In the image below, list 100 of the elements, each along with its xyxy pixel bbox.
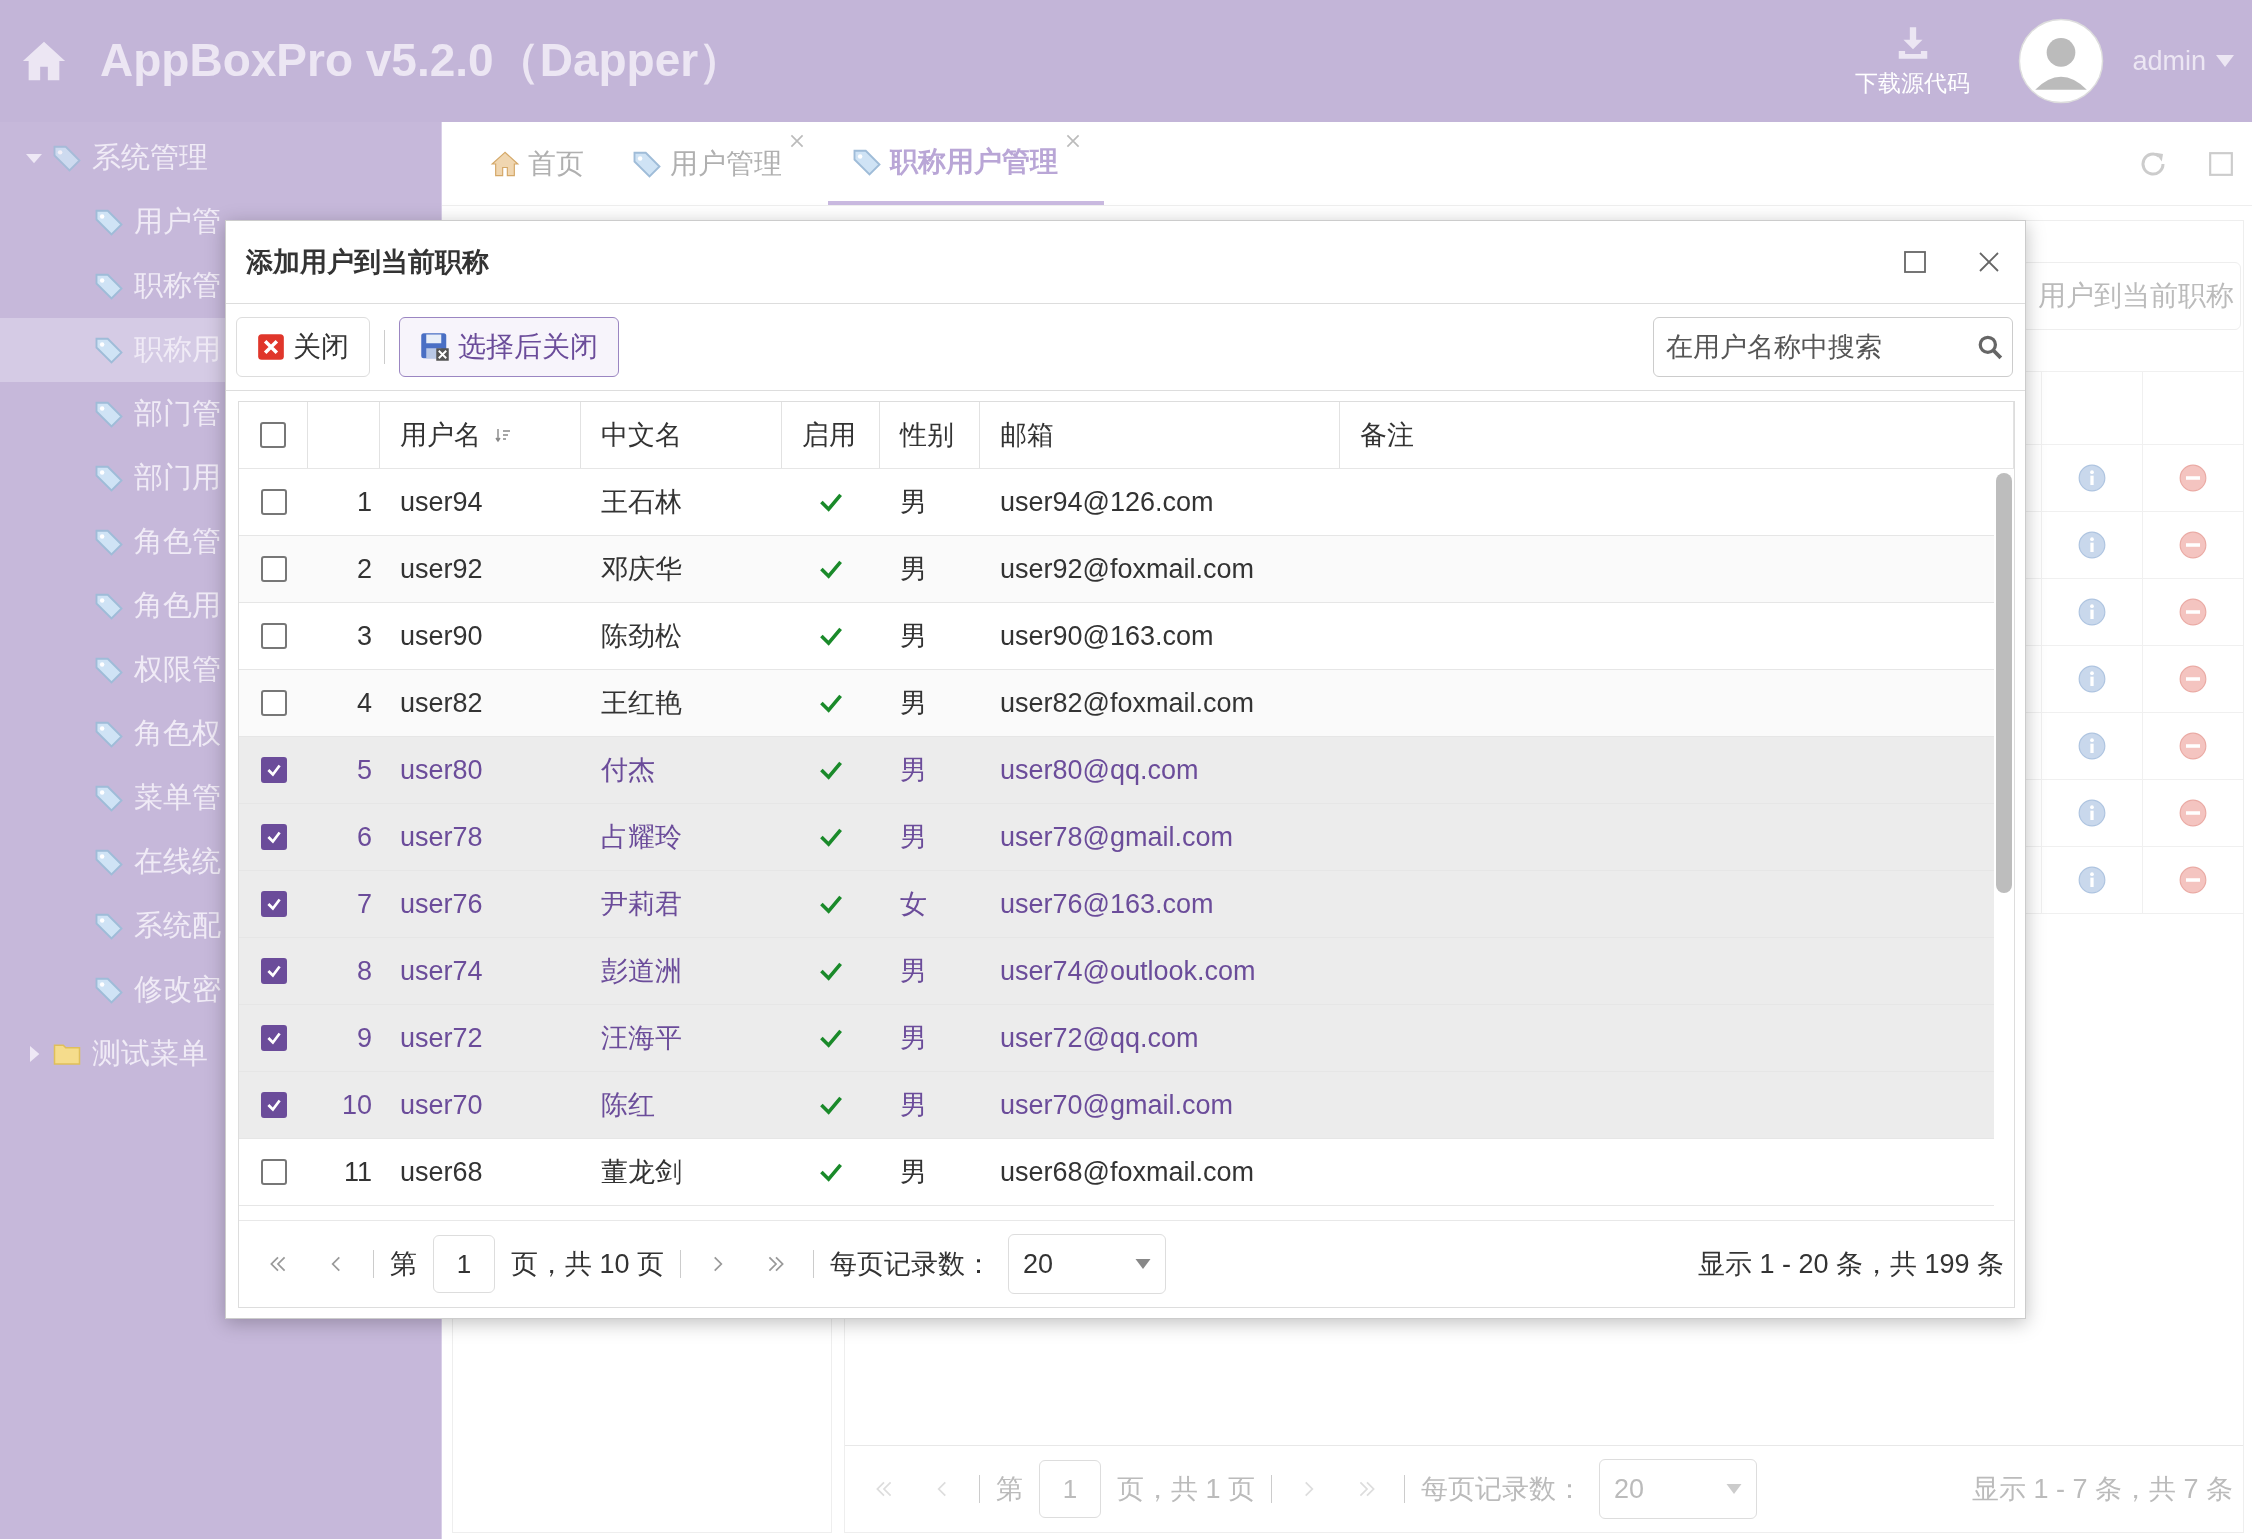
table-cell-text: user72 — [399, 1021, 484, 1055]
remove-icon[interactable] — [2179, 598, 2207, 626]
page-count: 页，共 1 页 — [1117, 1473, 1256, 1506]
checkbox[interactable] — [260, 1092, 287, 1118]
column-header[interactable]: 邮箱 — [980, 402, 1340, 468]
page-size-dropdown[interactable]: 20 — [1599, 1459, 1758, 1519]
tag-icon — [94, 975, 124, 1005]
table-cell-text: 邓庆华 — [600, 553, 683, 586]
table-cell-text: 陈劲松 — [600, 620, 683, 653]
table-cell-text: 王石林 — [600, 486, 683, 519]
close-button[interactable]: 关闭 — [236, 317, 370, 377]
table-cell-text: user70 — [399, 1088, 484, 1122]
info-icon[interactable] — [2078, 531, 2106, 559]
table-cell-text: 男 — [899, 620, 928, 653]
column-header[interactable]: 用户名 — [380, 402, 581, 468]
remove-icon[interactable] — [2179, 464, 2207, 492]
checkbox[interactable] — [260, 958, 287, 984]
page-field[interactable]: 1 — [433, 1235, 495, 1293]
table-cell-text: user78 — [399, 820, 484, 854]
maximize-icon[interactable] — [1903, 250, 1927, 274]
table-cell-text: 彭道洲 — [600, 955, 683, 988]
row-number: 9 — [355, 1021, 373, 1055]
tag-icon — [94, 335, 124, 365]
remove-icon[interactable] — [2179, 866, 2207, 894]
tag-icon — [94, 463, 124, 493]
checkbox[interactable] — [260, 489, 287, 515]
table-cell-text: 男 — [899, 486, 928, 519]
page-size-label: 每页记录数： — [830, 1248, 993, 1281]
checkbox[interactable] — [260, 1159, 287, 1185]
remove-icon[interactable] — [2179, 531, 2207, 559]
page-field[interactable]: 1 — [1039, 1460, 1101, 1518]
table-cell-text: user76 — [399, 887, 484, 921]
info-icon[interactable] — [2078, 464, 2106, 492]
column-header[interactable]: 中文名 — [581, 402, 782, 468]
dropdown-caret-icon — [1135, 1259, 1152, 1269]
table-cell-text: 占耀玲 — [600, 821, 683, 854]
record-summary: 显示 1 - 20 条，共 199 条 — [1697, 1248, 2004, 1281]
row-number: 5 — [355, 753, 373, 787]
table-cell-text: user94 — [399, 485, 484, 519]
search-field[interactable]: 在用户名称中搜索 — [1653, 317, 2013, 377]
tab[interactable]: 职称用户管理 — [828, 122, 1104, 205]
scrollbar[interactable] — [1996, 473, 2012, 893]
tag-icon — [94, 783, 124, 813]
page-size-dropdown[interactable]: 20 — [1008, 1234, 1167, 1294]
table-cell-text: 付杰 — [600, 754, 656, 787]
tab[interactable]: 首页 — [466, 122, 608, 205]
checkbox[interactable] — [260, 623, 287, 649]
tag-icon — [94, 655, 124, 685]
checkbox[interactable] — [260, 757, 287, 783]
close-icon[interactable] — [1977, 250, 2001, 274]
checkbox[interactable] — [260, 891, 287, 917]
table-cell-text: 女 — [899, 888, 928, 921]
close-icon — [257, 333, 285, 361]
info-icon[interactable] — [2078, 732, 2106, 760]
remove-icon[interactable] — [2179, 799, 2207, 827]
remove-icon[interactable] — [2179, 665, 2207, 693]
row-number: 7 — [355, 887, 373, 921]
table-cell-text: user90@163.com — [999, 619, 1215, 653]
remove-icon[interactable] — [2179, 732, 2207, 760]
table-cell-text: user68@foxmail.com — [999, 1155, 1255, 1189]
table-cell-text: 男 — [899, 955, 928, 988]
info-icon[interactable] — [2078, 799, 2106, 827]
record-summary: 显示 1 - 7 条，共 7 条 — [1971, 1473, 2233, 1506]
checkbox[interactable] — [260, 824, 287, 850]
tag-icon — [94, 271, 124, 301]
table-cell-text: user80 — [399, 753, 484, 787]
tab[interactable]: 用户管理 — [608, 122, 828, 205]
table-cell-text: 男 — [899, 1156, 928, 1189]
checkbox[interactable] — [260, 690, 287, 716]
column-header[interactable]: 启用 — [782, 402, 880, 468]
checkbox[interactable] — [260, 556, 287, 582]
table-cell-text: user78@gmail.com — [999, 820, 1234, 854]
page-label: 第 — [390, 1248, 417, 1281]
table-cell-text: 王红艳 — [600, 687, 683, 720]
row-number: 6 — [355, 820, 373, 854]
row-number: 4 — [355, 686, 373, 720]
table-cell-text: user76@163.com — [999, 887, 1215, 921]
table-cell-text: user74@outlook.com — [999, 954, 1257, 988]
dropdown-caret-icon — [1726, 1484, 1743, 1494]
info-icon[interactable] — [2078, 598, 2106, 626]
avatar[interactable] — [2018, 18, 2105, 104]
column-header[interactable]: 性别 — [880, 402, 980, 468]
table-cell-text: 男 — [899, 754, 928, 787]
info-icon[interactable] — [2078, 866, 2106, 894]
column-header[interactable]: 备注 — [1340, 402, 2014, 468]
checkbox[interactable] — [260, 422, 286, 448]
row-number: 2 — [355, 552, 373, 586]
table-cell-text: user80@qq.com — [999, 753, 1200, 787]
select-and-close-button[interactable]: 选择后关闭 — [399, 317, 619, 377]
table-cell-text: user92@foxmail.com — [999, 552, 1255, 586]
table-cell-text: 尹莉君 — [600, 888, 683, 921]
download-source-button[interactable]: 下载源代码 — [1855, 23, 1971, 99]
checkbox[interactable] — [260, 1025, 287, 1051]
table-cell-text: 男 — [899, 553, 928, 586]
row-number: 1 — [355, 485, 373, 519]
row-number: 3 — [355, 619, 373, 653]
caret-icon — [2216, 55, 2234, 67]
page-size-label: 每页记录数： — [1421, 1473, 1584, 1506]
info-icon[interactable] — [2078, 665, 2106, 693]
page-label: 第 — [996, 1473, 1023, 1506]
